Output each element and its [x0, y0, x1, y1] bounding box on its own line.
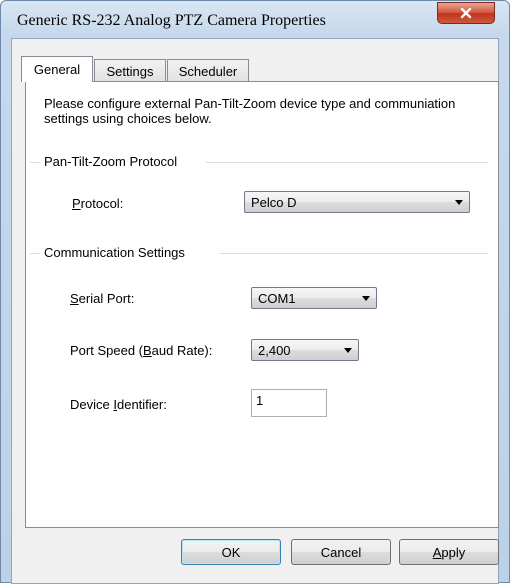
access-key: A — [432, 544, 442, 560]
window-title: Generic RS-232 Analog PTZ Camera Propert… — [17, 12, 326, 29]
label-text: dentifier: — [116, 397, 167, 412]
protocol-label: Protocol: — [72, 196, 123, 211]
access-key: S — [70, 291, 79, 306]
protocol-select[interactable]: Pelco D — [244, 191, 470, 213]
general-tab-panel: Please configure external Pan-Tilt-Zoom … — [25, 81, 499, 528]
ok-button[interactable]: OK — [181, 539, 281, 565]
label-text: Device — [70, 397, 114, 412]
port-speed-label: Port Speed (Baud Rate): — [70, 343, 212, 358]
device-identifier-label: Device Identifier: — [70, 397, 167, 412]
ptz-group-title: Pan-Tilt-Zoom Protocol — [40, 154, 182, 169]
access-key: B — [143, 343, 152, 358]
tab-scheduler[interactable]: Scheduler — [167, 59, 249, 82]
label-text: aud Rate): — [151, 343, 213, 358]
device-identifier-input[interactable] — [252, 390, 326, 416]
tab-general[interactable]: General — [21, 56, 93, 82]
label-text: rotocol: — [80, 196, 124, 211]
close-button[interactable] — [437, 2, 495, 24]
apply-button[interactable]: Apply — [399, 539, 499, 565]
label-text: Port Speed ( — [70, 343, 143, 358]
cancel-button[interactable]: Cancel — [291, 539, 391, 565]
comm-group-title: Communication Settings — [40, 245, 189, 260]
chevron-down-icon — [455, 200, 463, 205]
group-divider — [220, 253, 488, 254]
title-bar[interactable]: Generic RS-232 Analog PTZ Camera Propert… — [1, 1, 509, 37]
properties-dialog: Generic RS-232 Analog PTZ Camera Propert… — [0, 0, 510, 584]
group-divider — [206, 162, 488, 163]
tab-settings[interactable]: Settings — [94, 59, 166, 82]
close-icon — [460, 7, 472, 19]
access-key: P — [72, 196, 81, 211]
device-identifier-field[interactable] — [251, 389, 327, 417]
serial-port-value: COM1 — [258, 291, 296, 306]
label-text: erial Port: — [78, 291, 135, 306]
serial-port-label: Serial Port: — [70, 291, 134, 306]
protocol-value: Pelco D — [251, 195, 297, 210]
button-label: pply — [441, 544, 466, 560]
port-speed-select[interactable]: 2,400 — [251, 339, 359, 361]
chevron-down-icon — [362, 296, 370, 301]
chevron-down-icon — [344, 348, 352, 353]
serial-port-select[interactable]: COM1 — [251, 287, 377, 309]
port-speed-value: 2,400 — [258, 343, 291, 358]
intro-text: Please configure external Pan-Tilt-Zoom … — [44, 96, 456, 126]
